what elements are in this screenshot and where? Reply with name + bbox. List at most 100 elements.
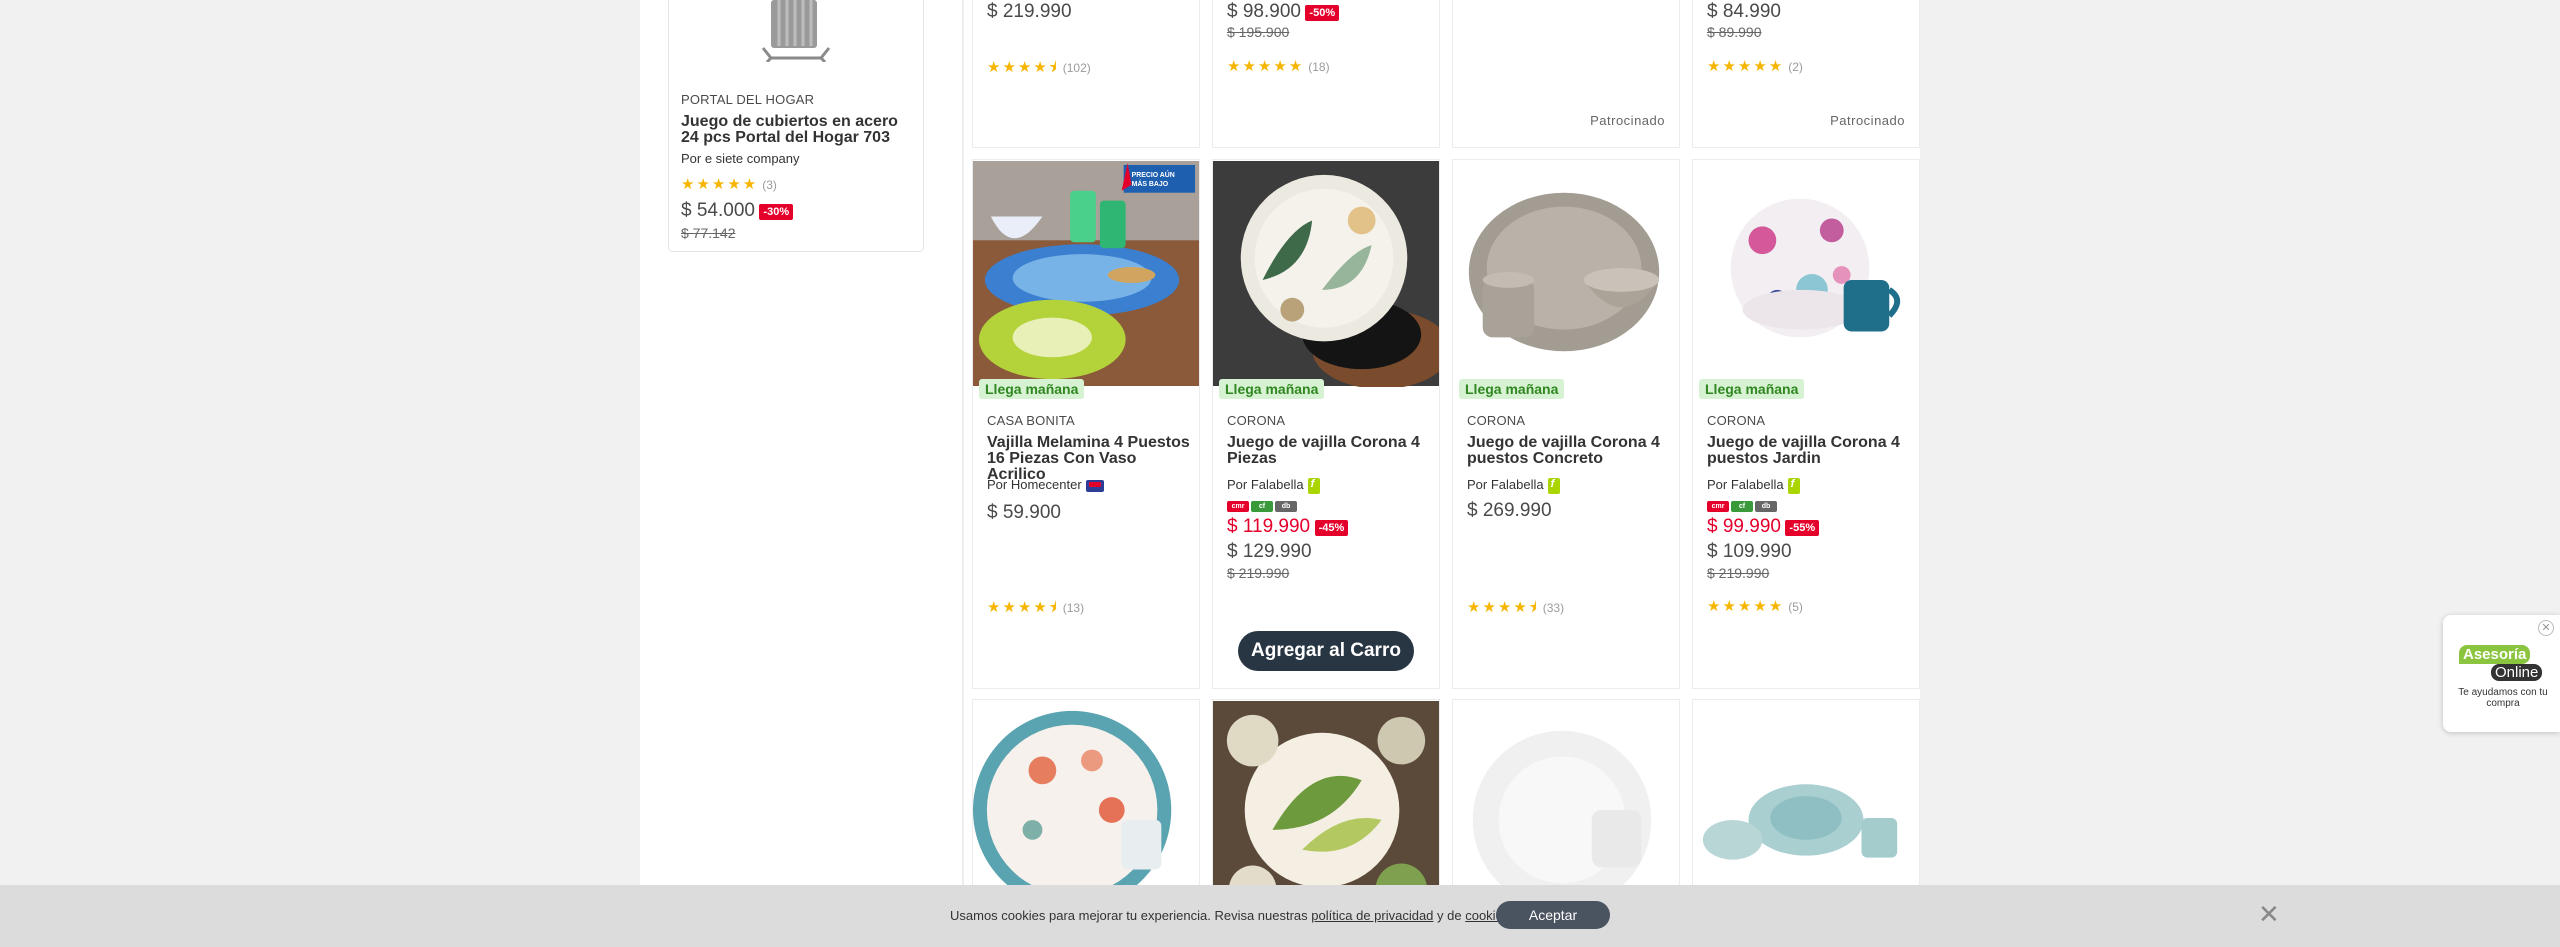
review-count: (18) <box>1308 60 1330 74</box>
assistance-subtitle: Te ayudamos con tu compra <box>2458 687 2548 709</box>
seller-name: Por Homecenter <box>987 477 1082 492</box>
product-price: $ 59.900 <box>987 502 1061 523</box>
product-price: $ 269.990 <box>1467 500 1552 521</box>
rating-stars: ★★★★★ <box>1707 58 1785 75</box>
discount-badge: -30% <box>759 203 794 220</box>
product-price: $ 98.900 <box>1227 1 1301 22</box>
product-card[interactable]: Llega mañana CORONA Juego de vajilla Cor… <box>1212 159 1440 689</box>
card-price: $ 99.990 <box>1707 516 1781 537</box>
product-brand: CORONA <box>1467 413 1526 428</box>
svg-text:MÁS BAJO: MÁS BAJO <box>1132 179 1169 188</box>
card-price-line: $ 99.990 -55% <box>1707 516 1911 538</box>
product-rating: ★★★★⯨ (13) <box>987 597 1191 622</box>
homecenter-icon <box>1085 479 1104 492</box>
card-price: $ 119.990 <box>1227 516 1311 537</box>
delivery-badge: Llega mañana <box>1459 379 1565 399</box>
product-price: $ 84.990 <box>1707 1 1781 22</box>
cmr-card-icon: cmr <box>1227 501 1249 512</box>
product-price: $ 129.990 <box>1227 541 1312 562</box>
discount-badge: -50% <box>1305 4 1340 21</box>
rating-stars: ★★★★⯨ <box>1467 599 1539 616</box>
sponsored-product-card[interactable]: $ 84.990 $ 89.990 ★★★★★ (2) Patrocinado <box>1692 0 1920 148</box>
product-price: $ 109.990 <box>1707 541 1792 562</box>
falabella-icon <box>1547 477 1560 494</box>
sponsored-label: Patrocinado <box>1590 113 1665 128</box>
cookie-text-mid: y de <box>1433 908 1466 923</box>
sidebar-divider <box>962 0 964 885</box>
accept-cookies-button[interactable]: Aceptar <box>1496 901 1610 929</box>
debit-card-icon: db <box>1755 501 1777 512</box>
product-card[interactable]: Llega mañana CORONA Juego de vajilla Cor… <box>1452 159 1680 689</box>
review-count: (33) <box>1542 601 1565 615</box>
old-price: $ 219.990 <box>1707 565 1770 581</box>
seller-name: Por Falabella <box>1467 477 1544 492</box>
seller-name: Por Falabella <box>1707 477 1784 492</box>
falabella-card-icon: cf <box>1731 501 1753 512</box>
close-icon[interactable]: ✕ <box>2538 620 2554 636</box>
product-seller: Por Falabella <box>1707 477 1911 494</box>
product-name[interactable]: Juego de cubiertos en acero 24 pcs Porta… <box>681 114 917 146</box>
product-rating: ★★★★⯨ (33) <box>1467 597 1671 622</box>
concrete-dishes-image[interactable] <box>1453 160 1679 387</box>
debit-card-icon: db <box>1275 501 1297 512</box>
delivery-badge: Llega mañana <box>1699 379 1805 399</box>
leaf-dishes-image[interactable] <box>1213 160 1439 387</box>
rating-stars: ★★★★⯨ <box>987 599 1059 616</box>
product-price: $ 54.000 <box>681 200 755 221</box>
product-seller: Por Falabella <box>1467 477 1671 494</box>
privacy-policy-link[interactable]: política de privacidad <box>1311 908 1433 923</box>
close-icon[interactable]: ✕ <box>2258 899 2280 930</box>
rating-stars: ★★★★★ <box>1707 598 1785 615</box>
cookie-message: Usamos cookies para mejorar tu experienc… <box>950 908 1513 923</box>
melamine-dishes-image[interactable]: PRECIO AÚN MÁS BAJO <box>973 160 1199 387</box>
online-assistance-widget[interactable]: ✕ Asesoría Online Te ayudamos con tu com… <box>2443 615 2560 732</box>
price-line: $ 54.000 -30% <box>681 200 794 222</box>
product-rating: ★★★★★ (2) <box>1707 57 1911 76</box>
card-price-line: $ 119.990 -45% <box>1227 516 1431 538</box>
cookie-banner: Usamos cookies para mejorar tu experienc… <box>0 885 2560 947</box>
product-card[interactable]: $ 219.990 ★★★★⯨ (102) <box>972 0 1200 148</box>
add-to-cart-button[interactable]: Agregar al Carro <box>1238 631 1414 671</box>
garden-dishes-image[interactable] <box>1693 160 1919 387</box>
cutlery-product-image[interactable] <box>719 0 869 62</box>
assistance-title: Asesoría <box>2459 645 2531 664</box>
cmr-card-icon: cmr <box>1707 501 1729 512</box>
product-name[interactable]: Juego de vajilla Corona 4 puestos Jardin <box>1707 435 1911 467</box>
payment-icons: cmr cf db <box>1227 501 1431 512</box>
old-price: $ 195.900 <box>1227 24 1290 40</box>
product-brand: CORONA <box>1227 413 1286 428</box>
product-card[interactable]: $ 98.900 -50% $ 195.900 ★★★★★ (18) <box>1212 0 1440 148</box>
rating-stars: ★★★★⯨ <box>987 59 1059 76</box>
falabella-icon <box>1787 477 1800 494</box>
payment-icons: cmr cf db <box>1707 501 1911 512</box>
review-count: (2) <box>1788 60 1803 74</box>
product-price: $ 219.990 <box>987 1 1072 22</box>
review-count: (5) <box>1788 600 1803 614</box>
review-count: (3) <box>762 178 777 192</box>
falabella-card-icon: cf <box>1251 501 1273 512</box>
seller-name: Por Falabella <box>1227 477 1304 492</box>
rating-stars: ★★★★★ <box>1227 58 1305 75</box>
review-count: (102) <box>1062 61 1091 75</box>
product-name[interactable]: Juego de vajilla Corona 4 puestos Concre… <box>1467 435 1671 467</box>
review-count: (13) <box>1062 601 1085 615</box>
sponsored-product-card[interactable]: Patrocinado <box>1452 0 1680 148</box>
discount-badge: -45% <box>1314 519 1349 536</box>
price-line: $ 98.900 -50% <box>1227 1 1431 23</box>
product-seller: Por Falabella <box>1227 477 1431 494</box>
product-rating: ★★★★⯨ (102) <box>987 57 1191 82</box>
sidebar-product-card[interactable]: PORTAL DEL HOGAR Juego de cubiertos en a… <box>668 0 924 252</box>
rating-stars: ★★★★★ <box>681 176 759 193</box>
product-seller: Por e siete company <box>681 151 800 166</box>
product-name[interactable]: Juego de vajilla Corona 4 Piezas <box>1227 435 1431 467</box>
product-brand: CORONA <box>1707 413 1766 428</box>
product-card[interactable]: PRECIO AÚN MÁS BAJO Llega mañana CASA BO… <box>972 159 1200 689</box>
old-price: $ 77.142 <box>681 225 736 241</box>
assistance-online-label: Online <box>2491 664 2543 681</box>
old-price: $ 219.990 <box>1227 565 1290 581</box>
product-name[interactable]: Vajilla Melamina 4 Puestos 16 Piezas Con… <box>987 435 1191 483</box>
product-card[interactable]: Llega mañana CORONA Juego de vajilla Cor… <box>1692 159 1920 689</box>
delivery-badge: Llega mañana <box>979 379 1085 399</box>
product-brand: PORTAL DEL HOGAR <box>681 92 815 107</box>
falabella-icon <box>1307 477 1320 494</box>
